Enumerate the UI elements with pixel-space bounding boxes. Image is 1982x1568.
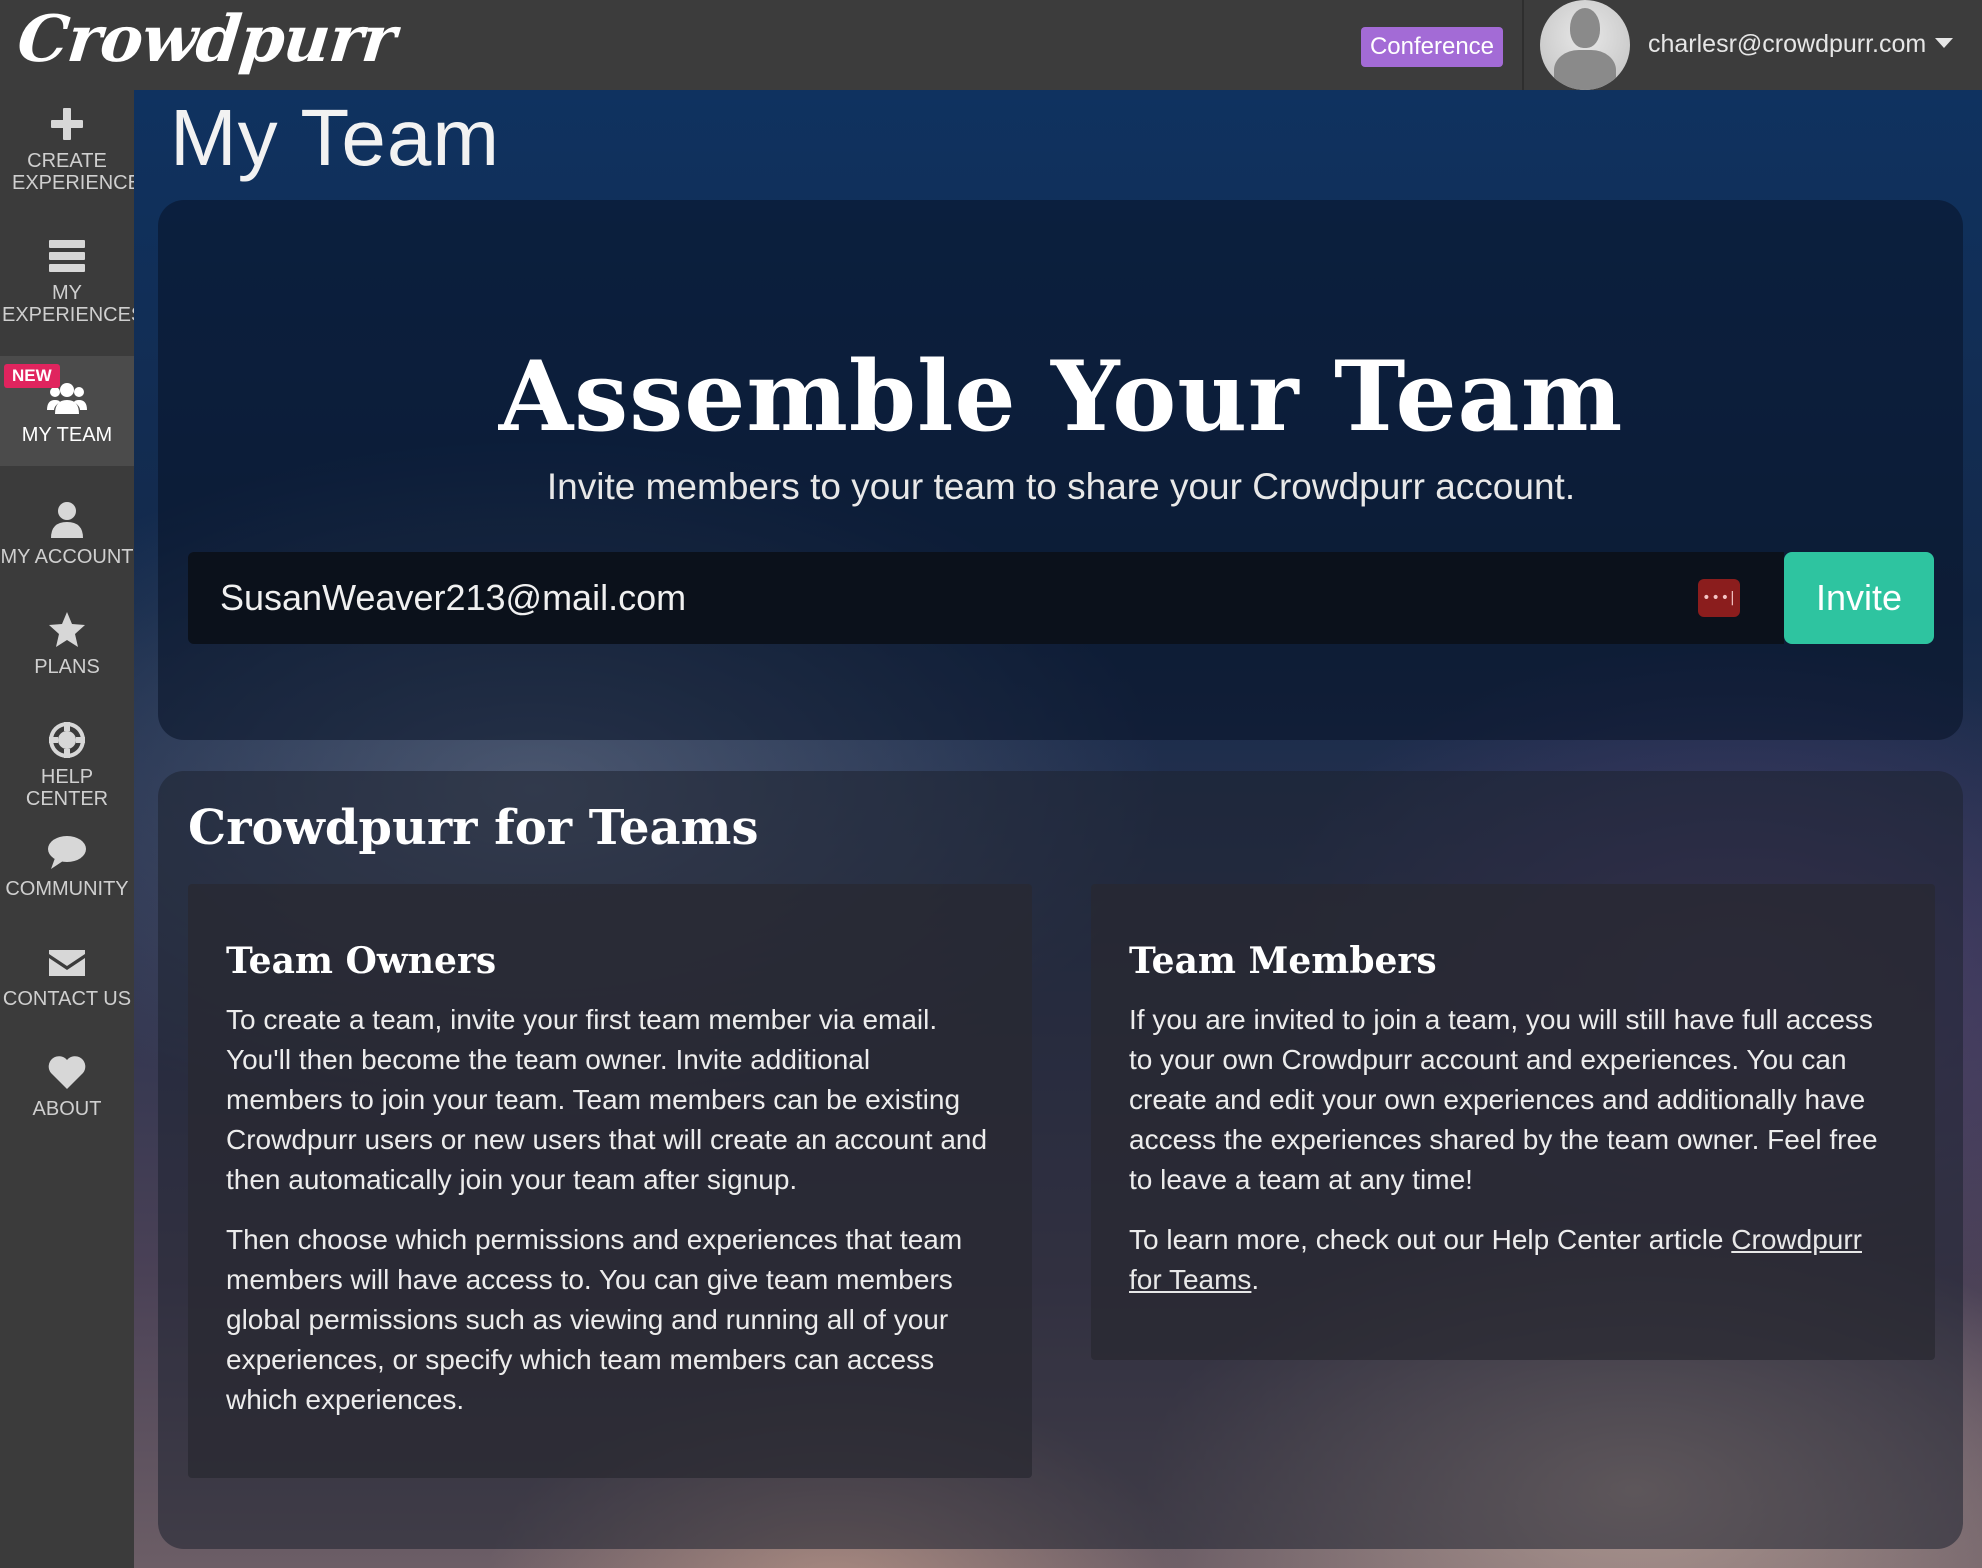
help-text-prefix: To learn more, check out our Help Center… (1129, 1224, 1732, 1255)
sidebar: CREATE EXPERIENCE MY EXPERIENCES NEW MY … (0, 90, 145, 1568)
sidebar-item-label: MY ACCOUNT (0, 546, 134, 568)
sidebar-item-help-center[interactable]: HELP CENTER (0, 720, 134, 810)
avatar-shoulders (1554, 50, 1616, 90)
new-badge: NEW (4, 364, 60, 388)
heart-icon (47, 1052, 87, 1092)
team-owners-paragraph-2: Then choose which permissions and experi… (226, 1224, 963, 1415)
password-manager-icon[interactable]: •••| (1698, 579, 1740, 617)
team-owners-heading: Team Owners (226, 940, 497, 982)
team-members-paragraph-2: To learn more, check out our Help Center… (1129, 1220, 1897, 1300)
sidebar-item-label: COMMUNITY (5, 878, 129, 900)
sidebar-item-label: PLANS (34, 656, 100, 678)
comment-icon (47, 832, 87, 872)
top-divider (1522, 0, 1524, 90)
sidebar-item-create-experience[interactable]: CREATE EXPERIENCE (0, 104, 141, 200)
crowdpurr-logo[interactable]: Crowdpurr (14, 2, 399, 77)
sidebar-item-about[interactable]: ABOUT (0, 1052, 134, 1132)
sidebar-item-label: ABOUT (32, 1098, 102, 1120)
envelope-icon (47, 942, 87, 982)
sidebar-item-community[interactable]: COMMUNITY (0, 832, 134, 912)
server-icon (47, 236, 87, 276)
invite-subtitle: Invite members to your team to share you… (546, 466, 1576, 507)
user-email[interactable]: charlesr@crowdpurr.com (1648, 30, 1926, 59)
invite-button[interactable]: Invite (1784, 552, 1934, 644)
teams-title: Crowdpurr for Teams (188, 800, 759, 856)
sidebar-item-plans[interactable]: PLANS (0, 610, 134, 690)
sidebar-item-contact-us[interactable]: CONTACT US (0, 942, 134, 1022)
sidebar-item-label: HELP CENTER (25, 766, 109, 810)
top-bar: Crowdpurr Conference charlesr@crowdpurr.… (0, 0, 1982, 90)
user-avatar[interactable] (1540, 0, 1630, 90)
life-ring-icon (47, 720, 87, 760)
invite-email-input[interactable] (188, 552, 1784, 644)
sidebar-item-label: CREATE EXPERIENCE (12, 150, 141, 194)
team-members-heading: Team Members (1129, 940, 1437, 982)
invite-title: Assemble Your Team (498, 340, 1624, 453)
team-owners-paragraph-1: To create a team, invite your first team… (226, 1004, 988, 1195)
star-icon (47, 610, 87, 650)
help-text-suffix: . (1251, 1264, 1260, 1295)
plan-badge[interactable]: Conference (1361, 27, 1503, 67)
invite-form: •••| Invite (188, 552, 1934, 644)
team-members-paragraph-1: If you are invited to join a team, you w… (1129, 1004, 1878, 1195)
user-silhouette-icon (1570, 8, 1600, 48)
team-members-box: Team Members If you are invited to join … (1091, 884, 1935, 1360)
sidebar-item-my-account[interactable]: MY ACCOUNT (0, 500, 134, 580)
sidebar-item-label: MY TEAM (21, 424, 113, 446)
sidebar-item-label: MY EXPERIENCES (2, 282, 145, 326)
team-owners-box: Team Owners To create a team, invite you… (188, 884, 1032, 1478)
user-icon (47, 500, 87, 540)
sidebar-item-my-experiences[interactable]: MY EXPERIENCES (0, 236, 145, 332)
plus-icon (47, 104, 87, 144)
page-title: My Team (170, 93, 501, 182)
chevron-down-icon[interactable] (1935, 38, 1953, 48)
sidebar-item-label: CONTACT US (2, 988, 132, 1010)
sidebar-item-my-team[interactable]: NEW MY TEAM (0, 356, 134, 466)
